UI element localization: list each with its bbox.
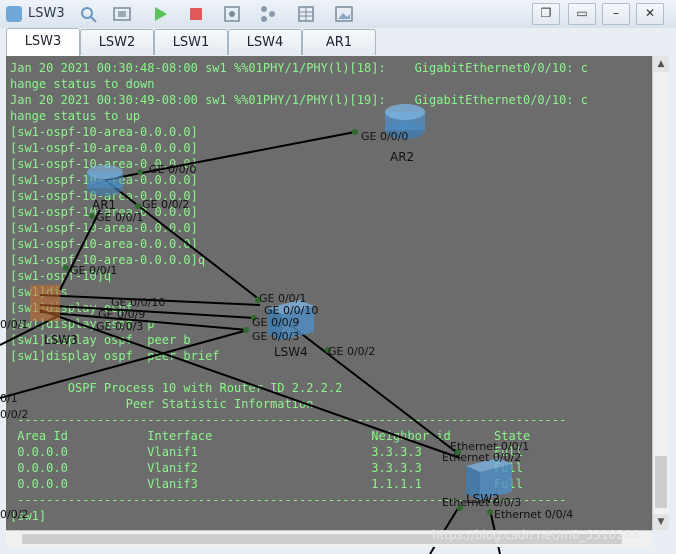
router-ar1-icon [87, 165, 123, 196]
device-label-ar2: AR2 [390, 150, 415, 164]
port-label: Ethernet 0/0/4 [494, 508, 574, 521]
port-label: 0/0/2 [0, 508, 29, 521]
vertical-scrollbar[interactable]: ▲ ▼ [652, 56, 669, 530]
port-label: GE 0/0/3 [252, 330, 300, 343]
port-label: 0/0/2 [0, 408, 29, 421]
link-ar1-lsw3 [59, 209, 101, 291]
device-label-lsw4: LSW4 [274, 345, 308, 359]
device-label-ar1: AR1 [92, 198, 117, 212]
port-label: GE 0/0/0 [361, 130, 409, 143]
topology-overlay [0, 104, 512, 554]
port-label: GE 0/0/2 [142, 198, 190, 211]
port-label: 0/0/1 [0, 318, 29, 331]
port-label: GE 0/0/1 [70, 264, 118, 277]
port-label: 0/1 [0, 392, 18, 405]
device-label-lsw3: LSW3 [44, 333, 78, 347]
switch-lsw3-icon [30, 285, 60, 321]
scroll-up-arrow[interactable]: ▲ [653, 56, 669, 72]
port-label: GE 0/0/3 [96, 320, 144, 333]
watermark: https://blog.csdn.net/m0_5310244 [432, 528, 640, 542]
scroll-down-arrow[interactable]: ▼ [653, 514, 669, 530]
port-label: Ethernet 0/0/2 [442, 451, 522, 464]
port-label: GE 0/0/2 [328, 345, 376, 358]
port-label: GE 0/0/9 [252, 316, 300, 329]
port-label: GE 0/0/0 [149, 163, 197, 176]
device-label-lsw2: LSW2 [466, 492, 500, 506]
port-label: GE 0/0/1 [96, 211, 144, 224]
scroll-thumb[interactable] [655, 456, 667, 508]
